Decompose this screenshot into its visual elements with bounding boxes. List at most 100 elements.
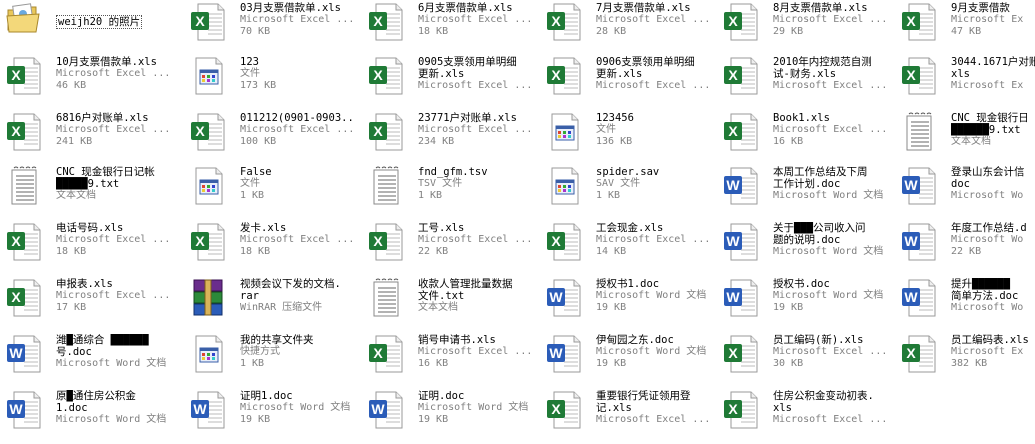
file-item[interactable]: X 7月支票借款单.xls Microsoft Excel ... 28 KB: [540, 2, 712, 56]
file-type: SAV 文件: [596, 178, 641, 189]
file-type: Microsoft Excel ...: [56, 68, 171, 79]
file-name-line: 提升██████: [951, 278, 1010, 290]
excel-file-icon: X: [368, 222, 404, 264]
file-item[interactable]: X 03月支票借款单.xls Microsoft Excel ... 70 KB: [184, 2, 356, 56]
file-item[interactable]: X 2010年内控规范自测 试-财务.xls Microsoft Excel ...: [717, 56, 889, 110]
file-item[interactable]: X 重要银行凭证领用登 记.xls Microsoft Excel ...: [540, 390, 712, 444]
file-item[interactable]: 收款人管理批量数据 文件.txt 文本文档: [362, 278, 534, 332]
file-item[interactable]: W 关于███公司收入问 题的说明.doc Microsoft Word 文档: [717, 222, 889, 276]
excel-file-icon: X: [901, 2, 937, 44]
file-item[interactable]: X 发卡.xls Microsoft Excel ... 18 KB: [184, 222, 356, 276]
file-item[interactable]: W 证明1.doc Microsoft Word 文档 19 KB: [184, 390, 356, 444]
svg-text:W: W: [9, 345, 23, 361]
file-type: 文本文档: [56, 190, 96, 201]
file-item[interactable]: X 23771户对账单.xls Microsoft Excel ... 234 KB: [362, 112, 534, 166]
generic-file-icon: [190, 56, 226, 98]
file-item[interactable]: W 登录山东会计信 doc Microsoft Wo: [895, 166, 1035, 220]
file-item[interactable]: 我的共享文件夹 快捷方式 1 KB: [184, 334, 356, 388]
svg-text:W: W: [9, 401, 23, 417]
file-item[interactable]: X 工号.xls Microsoft Excel ... 22 KB: [362, 222, 534, 276]
file-item[interactable]: X 工会现金.xls Microsoft Excel ... 14 KB: [540, 222, 712, 276]
file-name-line: doc: [951, 178, 970, 190]
file-item-text: 视频会议下发的文档. rar WinRAR 压缩文件: [240, 278, 356, 314]
file-item[interactable]: CNC 现金银行日记帐 █████9.txt 文本文档: [0, 166, 178, 220]
file-type: Microsoft Excel ...: [596, 234, 711, 245]
file-item[interactable]: X 6816户对账单.xls Microsoft Excel ... 241 KB: [0, 112, 178, 166]
file-item[interactable]: X 员工编码表.xls Microsoft Ex 382 KB: [895, 334, 1035, 388]
file-type: Microsoft Excel ...: [596, 414, 711, 425]
file-item[interactable]: X 销号申请书.xls Microsoft Excel ... 16 KB: [362, 334, 534, 388]
file-item[interactable]: X 0905支票领用单明细 更新.xls Microsoft Excel ...: [362, 56, 534, 110]
file-item[interactable]: W 授权书1.doc Microsoft Word 文档 19 KB: [540, 278, 712, 332]
file-item[interactable]: X 住房公积金变动初表. xls Microsoft Excel ...: [717, 390, 889, 444]
file-size: 70 KB: [240, 26, 271, 37]
svg-text:W: W: [371, 401, 385, 417]
file-item-text: 年度工作总结.d Microsoft Wo 22 KB: [951, 222, 1035, 258]
file-item[interactable]: X 3044.1671户对账 xls Microsoft Ex: [895, 56, 1035, 110]
file-item-text: 3044.1671户对账 xls Microsoft Ex: [951, 56, 1035, 92]
file-item[interactable]: W 提升██████ 简单方法.doc Microsoft Wo: [895, 278, 1035, 332]
file-item[interactable]: X 10月支票借款单.xls Microsoft Excel ... 46 KB: [0, 56, 178, 110]
file-item[interactable]: X 011212(0901-0903... Microsoft Excel ... 1…: [184, 112, 356, 166]
file-item[interactable]: X 0906支票领用单明细 更新.xls Microsoft Excel ...: [540, 56, 712, 110]
file-name-line: 申报表.xls: [56, 278, 113, 290]
file-item[interactable]: W 伊甸园之东.doc Microsoft Word 文档 19 KB: [540, 334, 712, 388]
file-item-text: 0906支票领用单明细 更新.xls Microsoft Excel ...: [596, 56, 712, 92]
file-item[interactable]: fnd_gfm.tsv TSV 文件 1 KB: [362, 166, 534, 220]
file-item[interactable]: W 证明.doc Microsoft Word 文档 19 KB: [362, 390, 534, 444]
file-name-line: 0905支票领用单明细: [418, 56, 517, 68]
file-type: Microsoft Word 文档: [596, 290, 707, 301]
file-item[interactable]: CNC 现金银行日 ██████9.txt 文本文档: [895, 112, 1035, 166]
excel-file-icon: X: [6, 278, 42, 320]
file-item-text: 011212(0901-0903... Microsoft Excel ... 10…: [240, 112, 356, 148]
file-size: 22 KB: [951, 246, 982, 257]
svg-text:W: W: [904, 233, 918, 249]
excel-file-icon: X: [901, 56, 937, 98]
file-type: WinRAR 压缩文件: [240, 302, 323, 313]
file-name-line: 本周工作总结及下周: [773, 166, 868, 178]
file-item[interactable]: X 9月支票借款 Microsoft Ex 47 KB: [895, 2, 1035, 56]
file-item[interactable]: X 员工编码(新).xls Microsoft Excel ... 30 KB: [717, 334, 889, 388]
file-type: Microsoft Excel ...: [418, 346, 533, 357]
file-name-line: 试-财务.xls: [773, 68, 837, 80]
file-name-line: 住房公积金变动初表.: [773, 390, 874, 402]
file-item[interactable]: W 本周工作总结及下周 工作计划.doc Microsoft Word 文档: [717, 166, 889, 220]
file-name-line: 简单方法.doc: [951, 290, 1019, 302]
file-type: Microsoft Word 文档: [773, 290, 884, 301]
file-item[interactable]: 视频会议下发的文档. rar WinRAR 压缩文件: [184, 278, 356, 332]
excel-file-icon: X: [546, 222, 582, 264]
svg-text:X: X: [906, 345, 916, 361]
file-item[interactable]: spider.sav SAV 文件 1 KB: [540, 166, 712, 220]
file-item[interactable]: False 文件 1 KB: [184, 166, 356, 220]
file-item[interactable]: W 年度工作总结.d Microsoft Wo 22 KB: [895, 222, 1035, 276]
file-size: 28 KB: [596, 26, 627, 37]
file-size: 30 KB: [773, 358, 804, 369]
file-item[interactable]: 123456 文件 136 KB: [540, 112, 712, 166]
file-name-line: 电话号码.xls: [56, 222, 124, 234]
file-name-line: 工号.xls: [418, 222, 465, 234]
file-name-line: 题的说明.doc: [773, 234, 841, 246]
file-item[interactable]: 123 文件 173 KB: [184, 56, 356, 110]
file-item[interactable]: weijh20 的照片: [0, 2, 178, 56]
file-item[interactable]: X 申报表.xls Microsoft Excel ... 17 KB: [0, 278, 178, 332]
file-type: 文本文档: [418, 302, 458, 313]
file-name-line: 视频会议下发的文档.: [240, 278, 341, 290]
word-file-icon: W: [546, 278, 582, 320]
file-item[interactable]: W 授权书.doc Microsoft Word 文档 19 KB: [717, 278, 889, 332]
file-item[interactable]: X 8月支票借款单.xls Microsoft Excel ... 29 KB: [717, 2, 889, 56]
file-item-text: False 文件 1 KB: [240, 166, 356, 202]
file-item[interactable]: X 6月支票借款单.xls Microsoft Excel ... 18 KB: [362, 2, 534, 56]
file-item[interactable]: X 电话号码.xls Microsoft Excel ... 18 KB: [0, 222, 178, 276]
svg-text:X: X: [373, 13, 383, 29]
file-item[interactable]: X Book1.xls Microsoft Excel ... 16 KB: [717, 112, 889, 166]
file-name-line: 号.doc: [56, 346, 92, 358]
file-name-line: 证明1.doc: [240, 390, 293, 402]
file-type: Microsoft Excel ...: [773, 14, 888, 25]
file-type: 快捷方式: [240, 346, 280, 357]
file-item-text: 证明1.doc Microsoft Word 文档 19 KB: [240, 390, 356, 426]
file-item[interactable]: W 原█通住房公积金 1.doc Microsoft Word 文档: [0, 390, 178, 444]
excel-file-icon: X: [546, 56, 582, 98]
file-type: Microsoft Excel ...: [240, 124, 355, 135]
file-size: 100 KB: [240, 136, 277, 147]
file-item[interactable]: W 潍█通综合 ██████ 号.doc Microsoft Word 文档: [0, 334, 178, 388]
